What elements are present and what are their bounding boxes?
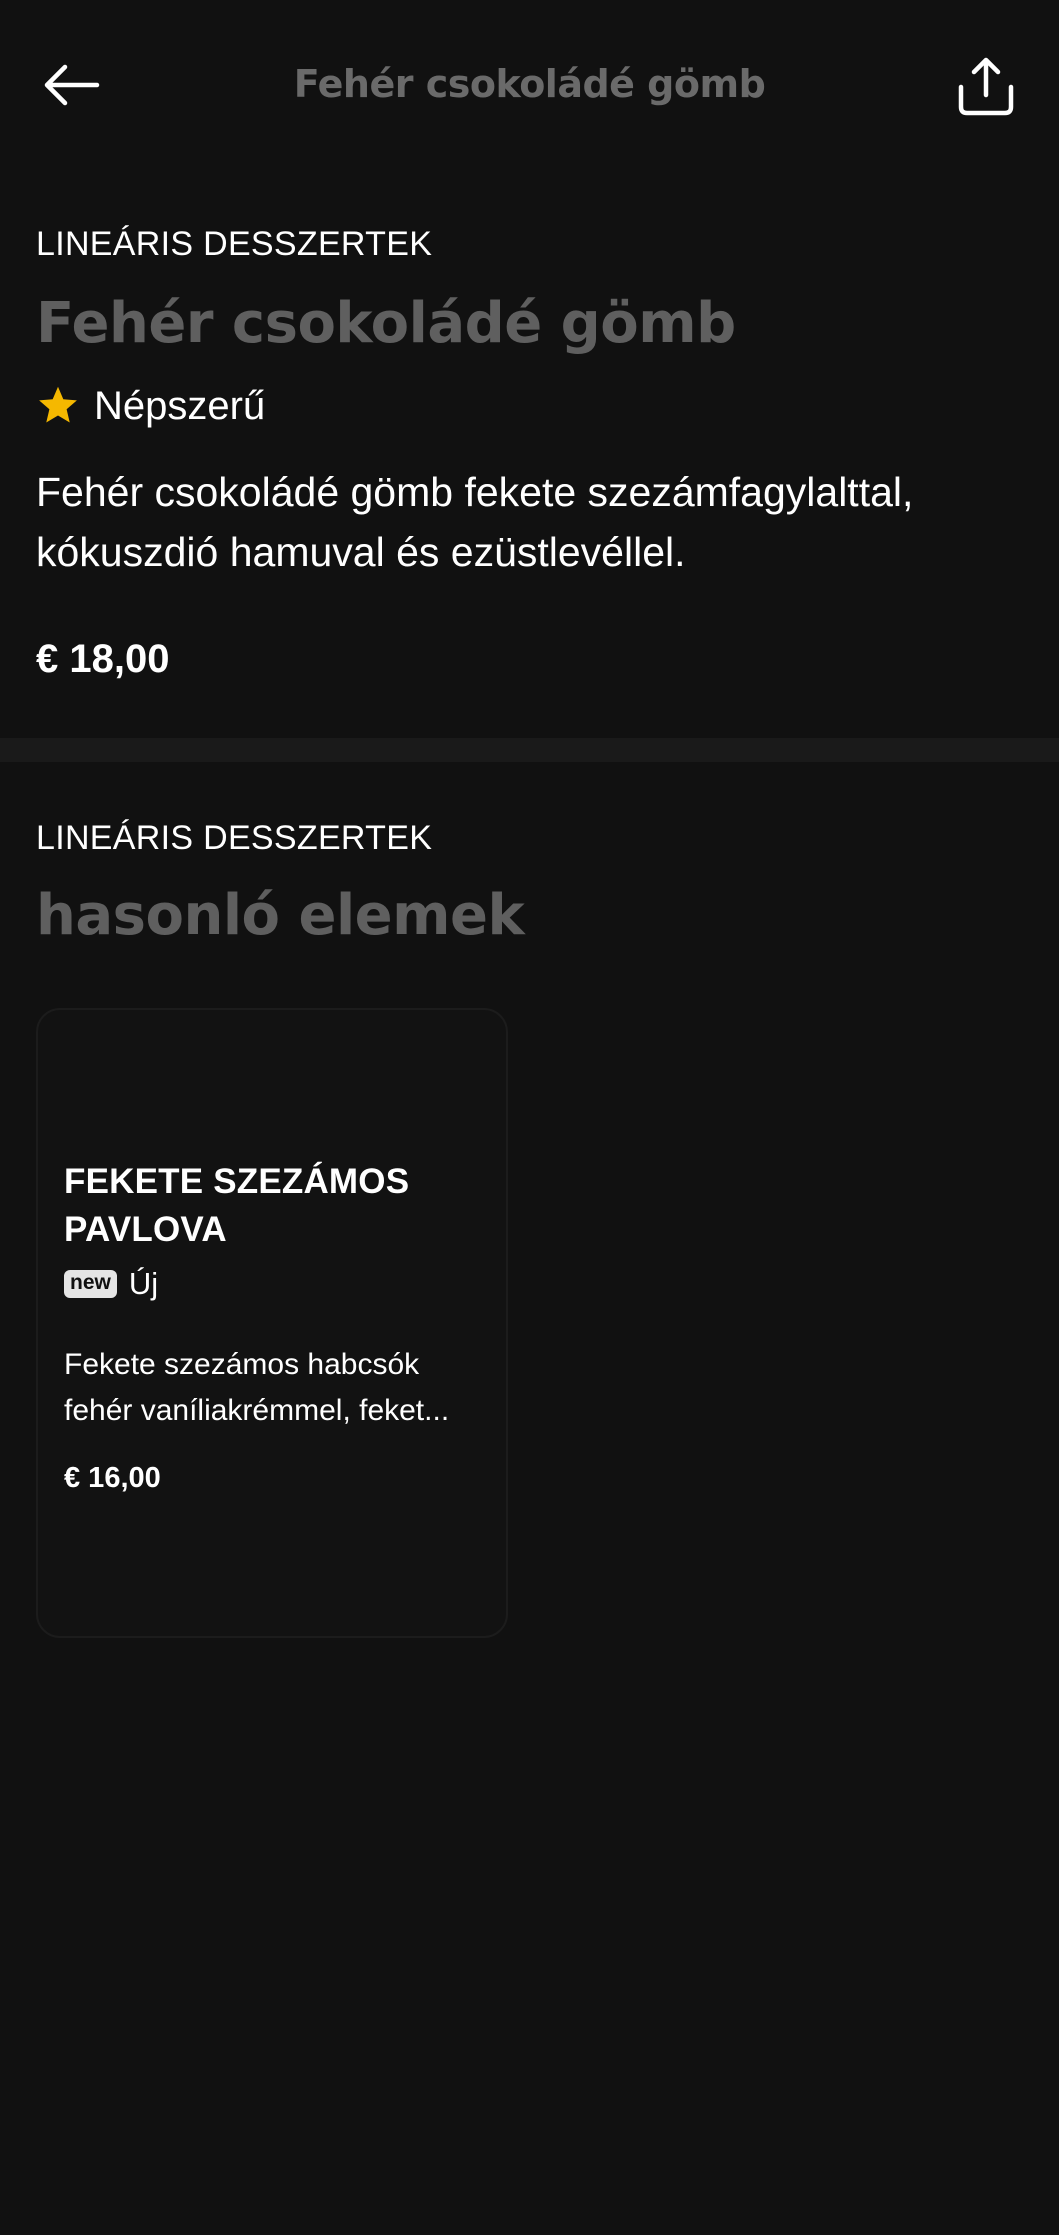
new-badge: new bbox=[64, 1270, 117, 1298]
similar-item-card[interactable]: FEKETE SZEZÁMOS PAVLOVA new Új Fekete sz… bbox=[36, 1008, 508, 1638]
product-category: LINEÁRIS DESSZERTEK bbox=[36, 225, 433, 263]
similar-heading: hasonló elemek bbox=[36, 883, 525, 948]
similar-item-description-line2: fehér vaníliakrémmel, feket... bbox=[64, 1394, 450, 1427]
header-title: Fehér csokoládé gömb bbox=[293, 62, 766, 106]
similar-item-price: € 16,00 bbox=[64, 1462, 161, 1494]
share-button[interactable] bbox=[950, 50, 1022, 122]
back-button[interactable] bbox=[36, 52, 106, 118]
product-price: € 18,00 bbox=[36, 637, 170, 681]
new-badge-label: Új bbox=[128, 1266, 159, 1301]
popular-label: Népszerű bbox=[94, 384, 266, 428]
similar-category: LINEÁRIS DESSZERTEK bbox=[36, 819, 433, 857]
product-title: Fehér csokoládé gömb bbox=[36, 291, 736, 356]
similar-item-description-line1: Fekete szezámos habcsók bbox=[64, 1348, 420, 1381]
similar-item-title: FEKETE SZEZÁMOS PAVLOVA bbox=[64, 1162, 410, 1249]
similar-item-badge-row: new Új bbox=[64, 1264, 158, 1304]
arrow-left-icon bbox=[44, 64, 100, 106]
similar-item-description: Fekete szezámos habcsók fehér vaníliakré… bbox=[64, 1342, 484, 1434]
share-icon bbox=[958, 57, 1014, 116]
section-divider bbox=[0, 738, 1059, 762]
product-description: Fehér csokoládé gömb fekete szezámfagyla… bbox=[36, 469, 914, 575]
top-bar: Fehér csokoládé gömb bbox=[0, 0, 1059, 170]
popular-tag: Népszerű bbox=[36, 380, 265, 432]
star-icon bbox=[39, 386, 77, 423]
